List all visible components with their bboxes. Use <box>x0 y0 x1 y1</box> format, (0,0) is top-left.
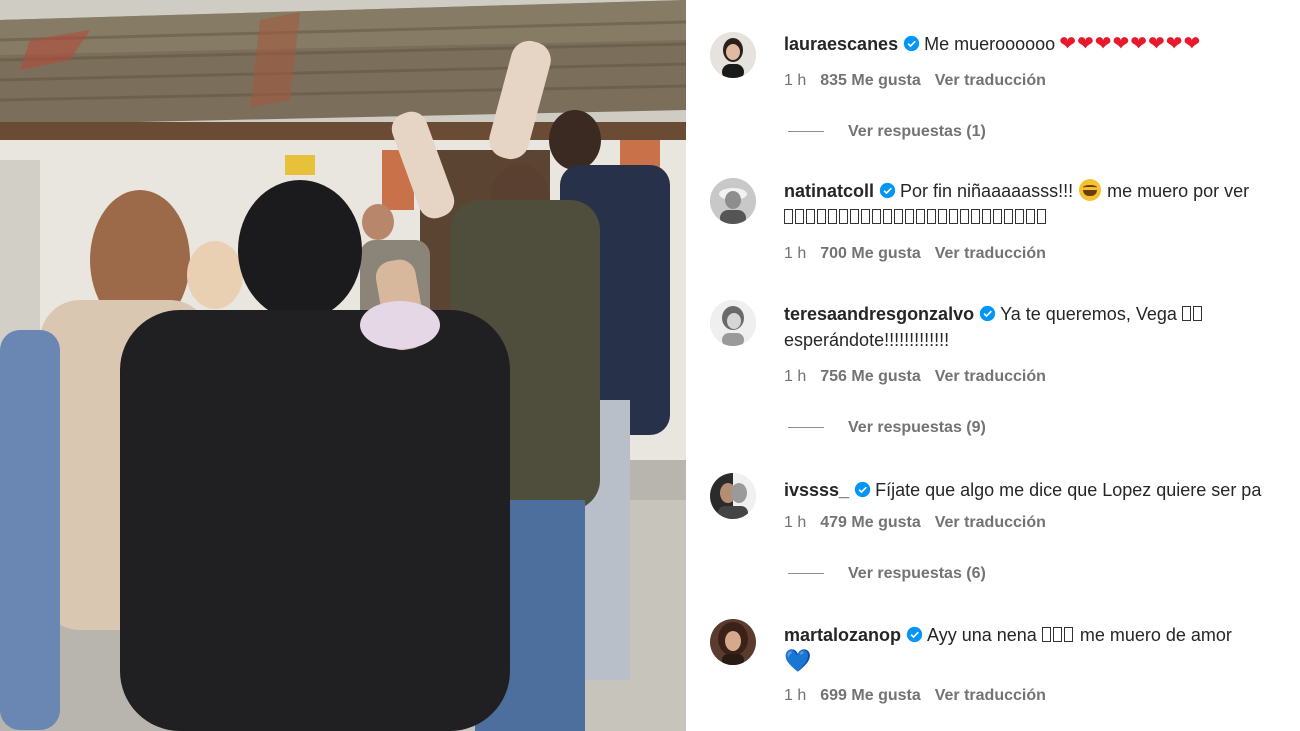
replies-divider <box>788 131 824 133</box>
see-translation-link[interactable]: Ver traducción <box>935 514 1046 531</box>
avatar[interactable] <box>710 32 756 78</box>
unsupported-emoji-glyphs <box>1041 625 1075 645</box>
blue-heart-icon: 💙 <box>784 648 812 673</box>
comment-likes[interactable]: 479 Me gusta <box>820 514 920 531</box>
comment-likes[interactable]: 756 Me gusta <box>820 368 920 385</box>
comment-time: 1 h <box>784 368 807 385</box>
comment-likes[interactable]: 835 Me gusta <box>820 72 920 89</box>
avatar[interactable] <box>710 178 756 224</box>
comment-text-continued: me muero por ver <box>1107 181 1250 201</box>
see-translation-link[interactable]: Ver traducción <box>935 368 1046 385</box>
comment-likes[interactable]: 700 Me gusta <box>820 245 920 262</box>
comment-likes[interactable]: 699 Me gusta <box>820 687 920 704</box>
comment-time: 1 h <box>784 687 807 704</box>
avatar[interactable] <box>710 473 756 519</box>
see-translation-link[interactable]: Ver traducción <box>935 245 1046 262</box>
comment-text: Me mueroooooo <box>924 34 1056 54</box>
comments-panel: lauraescanes Me mueroooooo ❤❤❤❤❤❤❤❤ 1 h 835… <box>686 0 1300 731</box>
comment-text: Por fin niñaaaaasss!!! <box>900 181 1074 201</box>
view-replies-button[interactable]: Ver respuestas (6) <box>788 565 986 583</box>
replies-divider <box>788 427 824 429</box>
comment-time: 1 h <box>784 72 807 89</box>
red-hearts-emoji: ❤❤❤❤❤❤❤❤ <box>1059 33 1202 55</box>
comment-text: Ya te queremos, Vega <box>1000 304 1177 324</box>
comment-username[interactable]: martalozanop <box>784 625 901 645</box>
comment-username[interactable]: lauraescanes <box>784 34 898 54</box>
comment-text: Fíjate que algo me dice que Lopez quiere… <box>875 480 1262 500</box>
replies-divider <box>788 573 824 575</box>
comment-text-line2: esperándote!!!!!!!!!!!!! <box>784 330 950 350</box>
view-replies-label: Ver respuestas (6) <box>848 565 986 582</box>
view-replies-button[interactable]: Ver respuestas (1) <box>788 123 986 141</box>
view-replies-label: Ver respuestas (1) <box>848 123 986 140</box>
verified-badge-icon <box>903 35 920 52</box>
see-translation-link[interactable]: Ver traducción <box>935 687 1046 704</box>
unsupported-emoji-glyphs <box>784 207 1048 227</box>
verified-badge-icon <box>854 481 871 498</box>
verified-badge-icon <box>879 182 896 199</box>
video-scene-image <box>0 0 686 731</box>
comment-text: Ayy una nena <box>927 625 1037 645</box>
view-replies-button[interactable]: Ver respuestas (9) <box>788 419 986 437</box>
comment-time: 1 h <box>784 245 807 262</box>
comment-username[interactable]: natinatcoll <box>784 181 874 201</box>
comment-username[interactable]: teresaandresgonzalvo <box>784 304 974 324</box>
see-translation-link[interactable]: Ver traducción <box>935 72 1046 89</box>
video-frame[interactable] <box>0 0 686 731</box>
avatar[interactable] <box>710 619 756 665</box>
comment-text-continued: me muero de amor <box>1079 625 1232 645</box>
laughing-emoji-icon <box>1079 179 1102 201</box>
unsupported-emoji-glyphs <box>1181 304 1204 324</box>
view-replies-label: Ver respuestas (9) <box>848 419 986 436</box>
comment-username[interactable]: ivssss_ <box>784 480 849 500</box>
verified-badge-icon <box>906 626 923 643</box>
verified-badge-icon <box>979 305 996 322</box>
avatar[interactable] <box>710 300 756 346</box>
comment-time: 1 h <box>784 514 807 531</box>
